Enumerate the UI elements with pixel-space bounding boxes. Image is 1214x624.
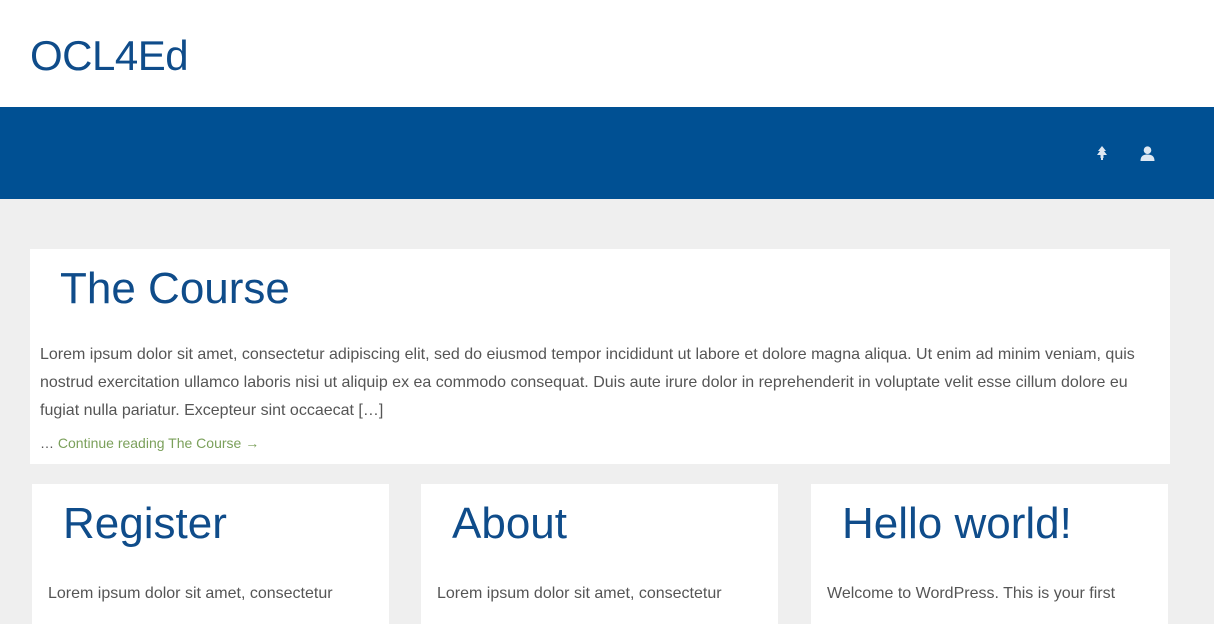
post-card: Hello world! Welcome to WordPress. This … (811, 484, 1168, 624)
post-excerpt: Welcome to WordPress. This is your first (827, 585, 1116, 602)
post-title[interactable]: The Course (60, 263, 290, 315)
post-title[interactable]: About (452, 498, 567, 550)
post-excerpt: Lorem ipsum dolor sit amet, consectetur (437, 585, 722, 602)
featured-post-card: The Course Lorem ipsum dolor sit amet, c… (30, 249, 1170, 464)
site-header: OCL4Ed (0, 0, 1214, 107)
site-title[interactable]: OCL4Ed (30, 30, 189, 82)
main-navbar (0, 107, 1214, 199)
continue-reading-line: … Continue reading The Course → (40, 433, 259, 453)
continue-reading-link[interactable]: Continue reading The Course → (58, 435, 259, 451)
tree-icon[interactable] (1092, 143, 1112, 163)
ellipsis: … (40, 435, 54, 451)
post-title[interactable]: Register (63, 498, 227, 550)
post-excerpt: Lorem ipsum dolor sit amet, consectetur … (40, 346, 1135, 419)
post-card: About Lorem ipsum dolor sit amet, consec… (421, 484, 778, 624)
user-icon[interactable] (1137, 143, 1157, 163)
post-card: Register Lorem ipsum dolor sit amet, con… (32, 484, 389, 624)
post-title[interactable]: Hello world! (842, 498, 1072, 550)
post-excerpt: Lorem ipsum dolor sit amet, consectetur (48, 585, 333, 602)
